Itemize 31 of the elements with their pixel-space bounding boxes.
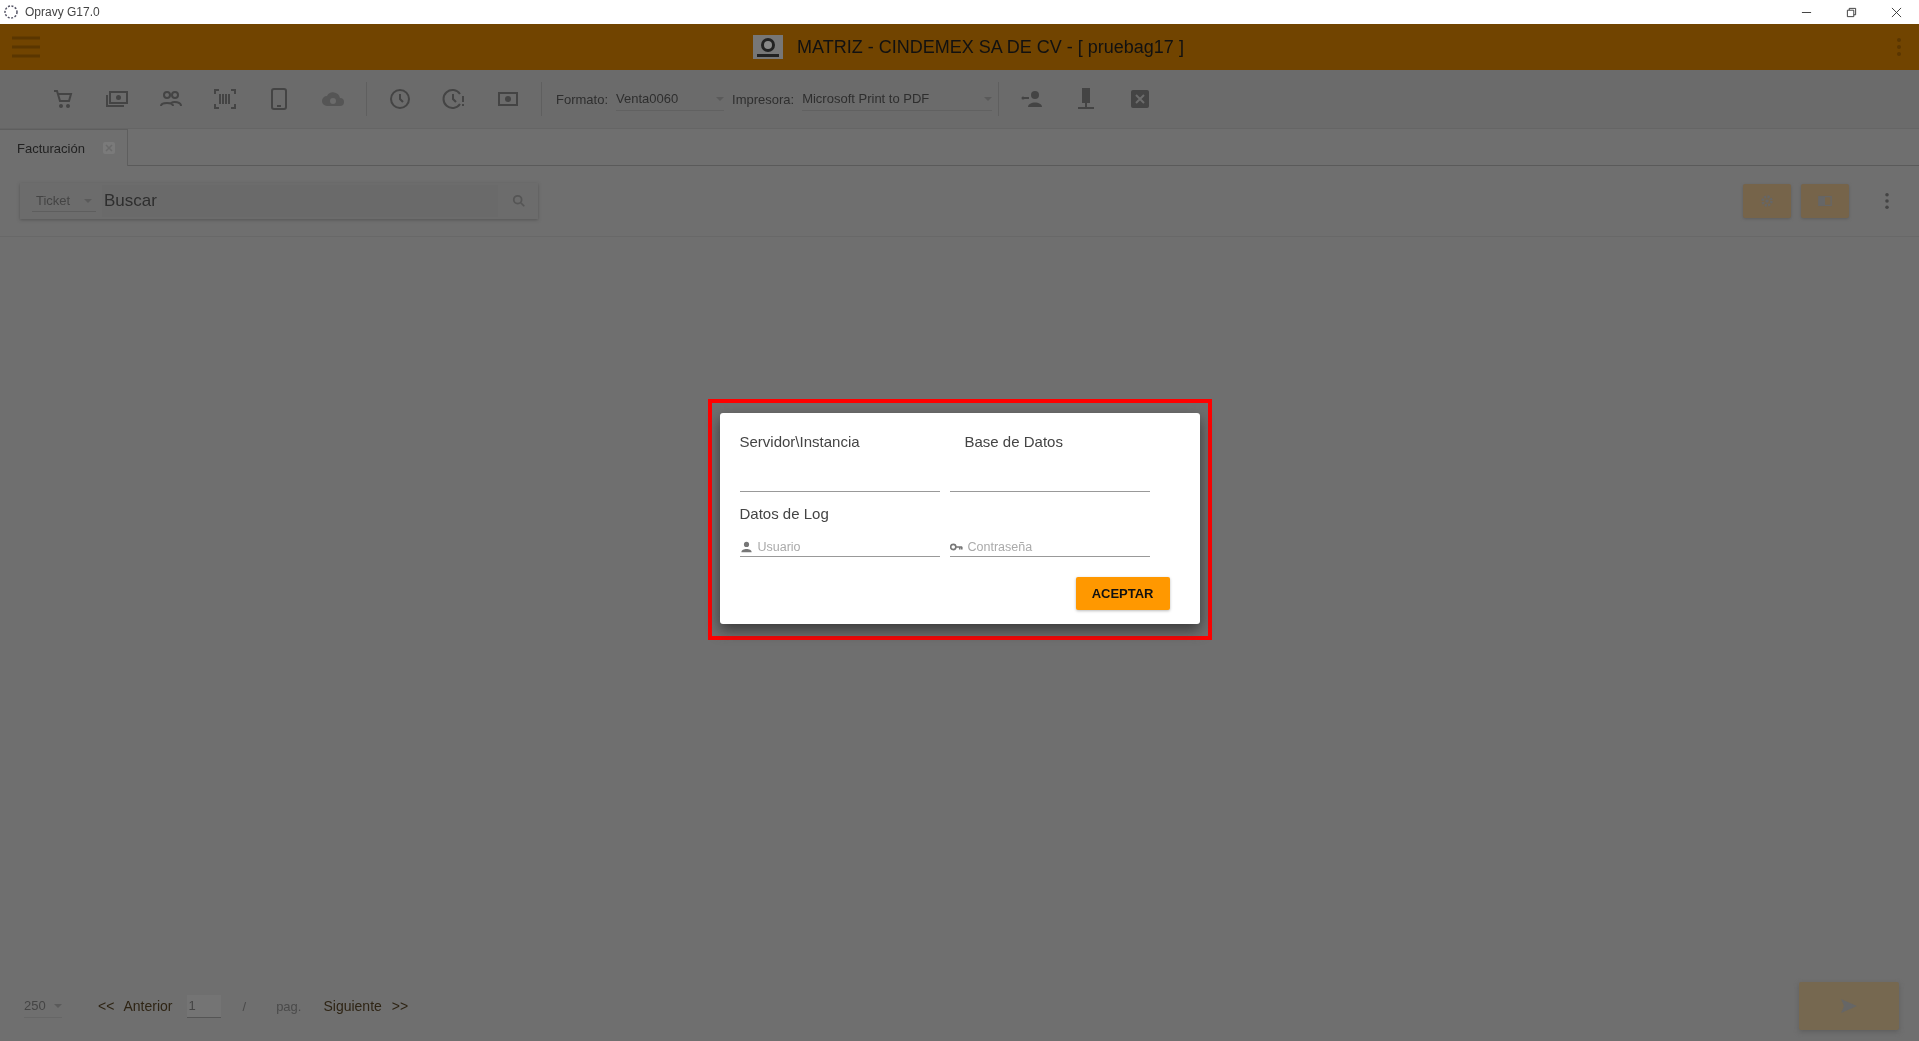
printer-label: Impresora: xyxy=(732,91,795,107)
login-field[interactable]: Usuario xyxy=(739,539,940,557)
header-title: MATRIZ - CINDEMEX SA DE CV - [ pruebag17 ] xyxy=(797,36,1184,58)
field-label: Servidor\Instancia xyxy=(739,432,861,450)
app-icon xyxy=(3,4,19,20)
logo-icon xyxy=(753,35,784,59)
panel-button[interactable] xyxy=(1801,184,1849,218)
next-link[interactable]: Siguiente >> xyxy=(323,998,415,1014)
field-label: Base de Datos xyxy=(963,432,1064,450)
page-separator: / xyxy=(242,998,247,1014)
clock-alert-icon[interactable] xyxy=(442,87,466,111)
printer-select[interactable]: Microsoft Print to PDF xyxy=(802,87,993,111)
login-field[interactable]: Contraseña xyxy=(949,539,1150,557)
cart-icon[interactable] xyxy=(51,87,75,111)
more-icon[interactable] xyxy=(1885,193,1889,209)
settings-button[interactable] xyxy=(1743,184,1791,218)
send-button[interactable] xyxy=(1799,982,1899,1030)
format-label: Formato: xyxy=(556,91,608,107)
clock-icon[interactable] xyxy=(388,87,412,111)
barcode-icon[interactable] xyxy=(213,87,237,111)
person-icon xyxy=(739,540,753,553)
search-icon[interactable] xyxy=(512,194,526,208)
close-icon[interactable] xyxy=(1891,6,1902,18)
accept-button[interactable]: ACEPTAR xyxy=(1075,576,1170,610)
format-select[interactable]: Venta0060 xyxy=(616,87,724,111)
tab[interactable]: Facturación xyxy=(0,129,128,166)
previous-link[interactable]: << Anterior xyxy=(92,998,173,1014)
panel-icon xyxy=(1818,194,1832,208)
restore-icon[interactable] xyxy=(1846,6,1857,18)
section-title: Datos de Log xyxy=(739,504,830,522)
window-title: Opravy G17.0 xyxy=(25,5,100,19)
